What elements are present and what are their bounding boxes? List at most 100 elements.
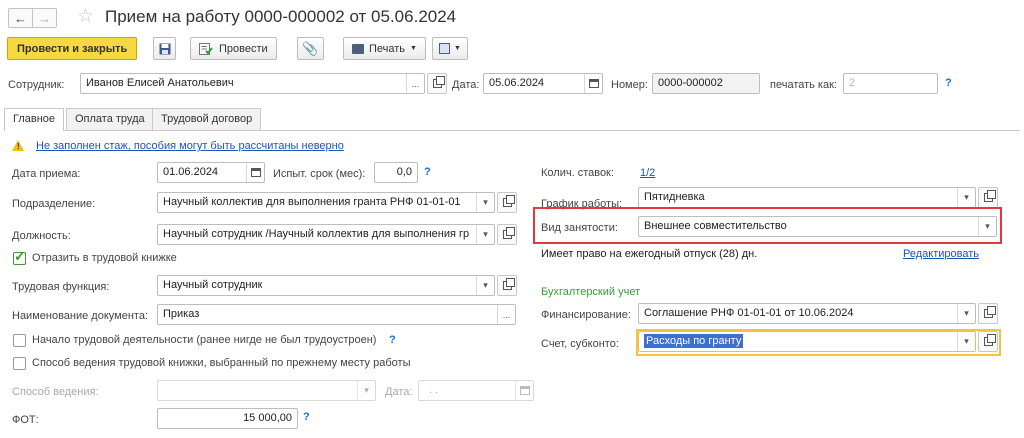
account-field[interactable]: Расходы по гранту ▾ [638,331,976,352]
warning-icon-mark: ! [17,142,20,151]
labor-func-field[interactable]: Научный сотрудник ▾ [157,275,495,296]
employment-field[interactable]: Внешнее совместительство ▾ [638,216,997,237]
hire-date-calendar-button[interactable] [246,163,264,182]
probation-value: 0,0 [396,166,412,178]
labor-func-dropdown-button[interactable]: ▾ [476,276,494,295]
schedule-field[interactable]: Пятидневка ▾ [638,187,976,208]
tab-payment[interactable]: Оплата труда [66,108,154,130]
attach-button[interactable]: 📎 [297,37,324,60]
position-value: Научный сотрудник /Научный коллектив для… [163,228,470,240]
calendar-icon [519,386,530,395]
post-and-close-label: Провести и закрыть [17,42,128,55]
dept-label: Подразделение: [12,198,96,210]
position-field[interactable]: Научный сотрудник /Научный коллектив для… [157,224,495,245]
rates-link[interactable]: 1/2 [640,167,655,179]
method-field[interactable]: ▾ [157,380,376,401]
workbook-method-label: Способ ведения трудовой книжки, выбранны… [32,357,411,369]
doc-name-value: Приказ [163,308,200,320]
fot-help-icon[interactable]: ? [303,411,310,423]
position-dropdown-button[interactable]: ▾ [476,225,494,244]
labor-func-open-button[interactable] [497,275,517,296]
employee-field[interactable]: Иванов Елисей Анатольевич ... [80,73,425,94]
print-label: Печать [369,42,406,55]
tabs-baseline [4,130,1020,131]
date-label: Дата: [452,79,480,91]
warning-link[interactable]: Не заполнен стаж, пособия могут быть рас… [36,140,344,152]
account-value: Расходы по гранту [644,334,744,348]
workbook-checkbox-label: Отразить в трудовой книжке [32,252,177,264]
method-date-value: . . [429,384,439,396]
print-button[interactable]: Печать ▼ [343,37,426,60]
more-actions-button[interactable]: ▼ [432,37,468,60]
dept-open-button[interactable] [497,192,517,213]
fot-field[interactable]: 15 000,00 [157,408,298,429]
date-field[interactable]: 05.06.2024 [483,73,603,94]
account-dropdown-button[interactable]: ▾ [957,332,975,351]
post-label: Провести [219,42,268,55]
post-and-close-button[interactable]: Провести и закрыть [7,37,138,60]
printer-icon [352,43,364,54]
calendar-button[interactable] [584,74,602,93]
employee-open-button[interactable] [427,73,447,94]
schedule-value: Пятидневка [644,191,705,203]
fot-label: ФОТ: [12,414,39,426]
financing-field[interactable]: Соглашение РНФ 01-01-01 от 10.06.2024 ▾ [638,303,976,324]
employment-dropdown-button[interactable]: ▾ [978,217,996,236]
schedule-open-button[interactable] [978,187,998,208]
account-label: Счет, субконто: [541,338,619,350]
financing-dropdown-button[interactable]: ▾ [957,304,975,323]
paperclip-icon: 📎 [302,40,319,56]
print-as-label: печатать как: [770,79,837,91]
date-value: 05.06.2024 [489,77,545,89]
rates-label: Колич. ставок: [541,167,614,179]
open-icon [983,190,996,202]
dept-value: Научный коллектив для выполнения гранта … [163,196,461,208]
open-icon [432,76,445,88]
doc-name-field[interactable]: Приказ ... [157,304,516,325]
dept-field[interactable]: Научный коллектив для выполнения гранта … [157,192,495,213]
print-as-field[interactable]: 2 [843,73,938,94]
tab-main[interactable]: Главное [4,108,65,131]
tab-contract[interactable]: Трудовой договор [152,108,262,130]
page-title: Прием на работу 0000-000002 от 05.06.202… [105,7,457,26]
method-dropdown-button[interactable]: ▾ [357,381,375,400]
forward-button[interactable]: → [32,8,57,28]
financing-open-button[interactable] [978,303,998,324]
vacation-text: Имеет право на ежегодный отпуск (28) дн. [541,248,758,260]
open-icon [502,195,515,207]
start-activity-checkbox[interactable] [13,334,26,347]
start-activity-help-icon[interactable]: ? [389,334,396,346]
method-calendar-button[interactable] [515,381,533,400]
post-button[interactable]: Провести [190,37,277,60]
fot-value: 15 000,00 [243,412,292,424]
open-icon [502,278,515,290]
account-open-button[interactable] [978,331,998,352]
open-icon [502,227,515,239]
actions-icon [439,43,450,54]
workbook-method-checkbox[interactable] [13,357,26,370]
doc-name-select-button[interactable]: ... [497,305,515,324]
help-icon[interactable]: ? [945,77,952,89]
favorite-star-icon[interactable]: ☆ [77,5,94,28]
calendar-icon [588,79,599,88]
employee-select-button[interactable]: ... [406,74,424,93]
employment-value: Внешнее совместительство [644,220,787,232]
hire-date-field[interactable]: 01.06.2024 [157,162,265,183]
dropdown-arrow-icon: ▼ [410,45,417,52]
probation-field[interactable]: 0,0 [374,162,418,183]
dept-dropdown-button[interactable]: ▾ [476,193,494,212]
number-field[interactable]: 0000-000002 [652,73,760,94]
probation-help-icon[interactable]: ? [424,166,431,178]
schedule-dropdown-button[interactable]: ▾ [957,188,975,207]
save-button[interactable] [153,37,176,60]
employee-label: Сотрудник: [8,79,65,91]
method-label: Способ ведения: [12,386,99,398]
save-icon [159,43,170,54]
position-label: Должность: [12,230,71,242]
edit-vacation-link[interactable]: Редактировать [903,248,979,260]
calendar-icon [250,168,261,177]
method-date-field[interactable]: . . [418,380,534,401]
position-open-button[interactable] [497,224,517,245]
back-button[interactable]: ← [8,8,33,28]
hire-date-label: Дата приема: [12,168,81,180]
